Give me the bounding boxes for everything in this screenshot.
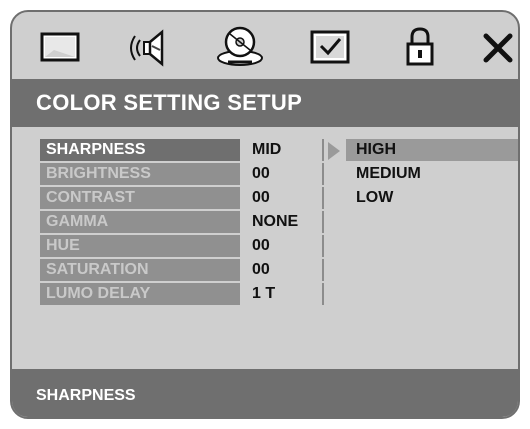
- sharpness-options: HIGH MEDIUM LOW: [346, 139, 518, 211]
- setup-panel: COLOR SETTING SETUP SHARPNESS MID BRIGHT…: [10, 10, 520, 419]
- setting-value: NONE: [242, 211, 324, 233]
- setting-value: 00: [242, 235, 324, 257]
- setting-label: CONTRAST: [40, 187, 240, 209]
- page-title: COLOR SETTING SETUP: [36, 90, 303, 115]
- close-icon[interactable]: [474, 24, 518, 70]
- settings-list: SHARPNESS MID BRIGHTNESS 00 CONTRAST 00 …: [40, 139, 326, 307]
- setting-value: 00: [242, 163, 324, 185]
- setting-row-saturation[interactable]: SATURATION 00: [40, 259, 326, 281]
- title-bar: COLOR SETTING SETUP: [12, 79, 518, 127]
- option-high[interactable]: HIGH: [346, 139, 518, 161]
- setting-label: SATURATION: [40, 259, 240, 281]
- option-medium[interactable]: MEDIUM: [346, 163, 518, 185]
- tab-bar: [34, 18, 513, 76]
- checkbox-icon[interactable]: [306, 24, 354, 70]
- status-text: SHARPNESS: [36, 387, 136, 404]
- setting-row-contrast[interactable]: CONTRAST 00: [40, 187, 326, 209]
- setting-label: LUMO DELAY: [40, 283, 240, 305]
- setting-label: GAMMA: [40, 211, 240, 233]
- setting-row-sharpness[interactable]: SHARPNESS MID: [40, 139, 326, 161]
- disc-icon[interactable]: [216, 24, 264, 70]
- status-bar: SHARPNESS: [12, 369, 518, 417]
- setting-row-brightness[interactable]: BRIGHTNESS 00: [40, 163, 326, 185]
- lock-icon[interactable]: [396, 24, 444, 70]
- speaker-icon[interactable]: [126, 24, 174, 70]
- monitor-icon[interactable]: [36, 24, 84, 70]
- setting-value: 00: [242, 187, 324, 209]
- setting-row-hue[interactable]: HUE 00: [40, 235, 326, 257]
- setting-label: SHARPNESS: [40, 139, 240, 161]
- setting-row-gamma[interactable]: GAMMA NONE: [40, 211, 326, 233]
- setting-value: 00: [242, 259, 324, 281]
- setting-row-lumo-delay[interactable]: LUMO DELAY 1 T: [40, 283, 326, 305]
- submenu-arrow-icon: [328, 142, 340, 160]
- setting-value: MID: [242, 139, 324, 161]
- option-low[interactable]: LOW: [346, 187, 518, 209]
- setting-label: HUE: [40, 235, 240, 257]
- setting-label: BRIGHTNESS: [40, 163, 240, 185]
- setting-value: 1 T: [242, 283, 324, 305]
